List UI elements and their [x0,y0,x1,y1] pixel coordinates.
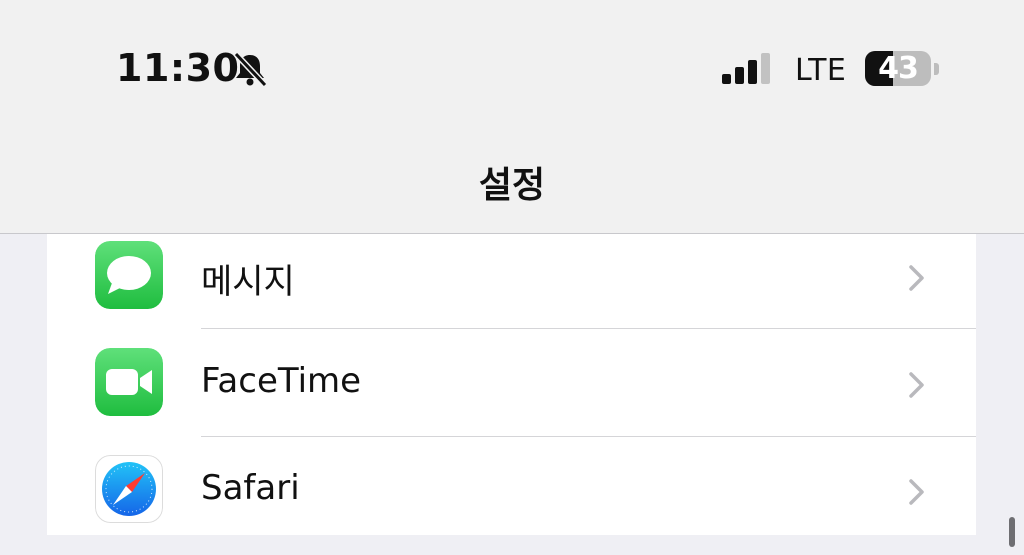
chevron-right-icon [909,479,924,505]
battery-cap [934,63,939,75]
bell-slash-icon [233,51,268,87]
settings-row-messages[interactable]: 메시지 [47,234,976,341]
cellular-signal-icon [722,53,770,84]
status-time: 11:30 [116,46,240,90]
settings-row-label: FaceTime [201,361,362,401]
safari-app-icon [95,455,163,523]
settings-row-facetime[interactable]: FaceTime [47,341,976,448]
settings-row-label: 메시지 [201,262,295,302]
chevron-right-icon [909,372,924,398]
battery-indicator: 43 [865,51,931,86]
settings-row-safari[interactable]: Safari [47,448,976,555]
settings-list: 메시지 FaceTime Safari [47,234,976,535]
navigation-header: 11:30 LTE 43 설정 [0,0,1024,234]
row-divider [201,328,976,329]
battery-percent: 43 [878,51,919,86]
page-title: 설정 [478,165,546,206]
facetime-app-icon [95,348,163,416]
network-type: LTE [795,53,847,88]
row-divider [201,436,976,437]
scroll-indicator[interactable] [1009,517,1015,547]
chevron-right-icon [909,265,924,291]
messages-app-icon [95,241,163,309]
settings-row-label: Safari [201,468,300,508]
